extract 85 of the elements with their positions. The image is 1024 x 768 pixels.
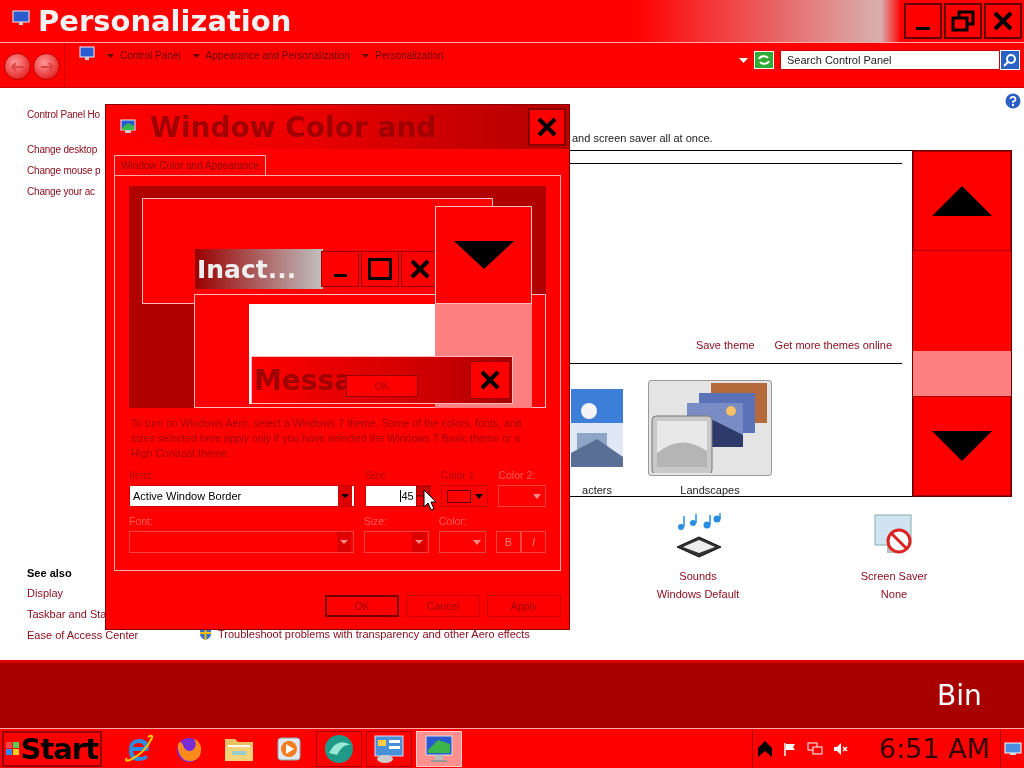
monitor-icon — [424, 733, 454, 764]
field-label: Color 1: — [440, 469, 479, 483]
start-button[interactable]: Start — [2, 730, 102, 767]
up-chevron-icon[interactable] — [757, 739, 773, 758]
color-swatch — [446, 489, 471, 503]
field-label: Color 2: — [498, 469, 537, 483]
theme-link[interactable]: Save theme — [695, 339, 755, 351]
forward-button[interactable] — [33, 53, 60, 80]
help-icon[interactable] — [1005, 93, 1021, 109]
field-label: Size: — [365, 469, 390, 483]
monitor-icon — [12, 10, 30, 26]
back-arrow-icon — [10, 61, 25, 72]
field-label: Item: — [129, 469, 154, 483]
flag-icon[interactable] — [783, 741, 797, 756]
caret-icon — [411, 532, 426, 552]
caret-icon — [474, 493, 483, 499]
forward-arrow-icon — [39, 61, 54, 72]
search-icon — [1003, 53, 1017, 67]
orb-icon — [323, 732, 355, 765]
troubleshoot-link[interactable]: Troubleshoot problems with transparency and other Aero effects — [218, 628, 530, 640]
field-label: Size: — [363, 515, 388, 529]
search-field[interactable]: Search Control Panel — [780, 50, 1000, 70]
restore-button[interactable] — [944, 3, 982, 39]
close-icon — [992, 10, 1014, 32]
search-button[interactable] — [1000, 50, 1020, 70]
field-label: Color: — [438, 515, 468, 529]
caret-icon[interactable] — [192, 54, 200, 58]
scrollbar[interactable] — [912, 150, 1012, 497]
muted-speaker-icon[interactable] — [833, 741, 849, 756]
window-title: Inact... — [196, 254, 297, 284]
restore-icon — [951, 10, 975, 32]
back-button[interactable] — [4, 53, 31, 80]
up-triangle-icon — [932, 186, 992, 216]
monitor-icon — [120, 119, 136, 135]
close-icon — [479, 369, 501, 391]
show-desktop-button[interactable] — [1000, 729, 1024, 768]
maximize-button[interactable] — [361, 251, 399, 287]
theme-name[interactable]: Landscapes — [680, 484, 740, 496]
dialog-title: Window Color and — [150, 110, 437, 144]
caret-icon — [473, 539, 481, 545]
play-icon — [276, 735, 302, 762]
refresh-icon[interactable] — [754, 51, 774, 69]
close-icon — [536, 116, 558, 138]
minimize-icon — [916, 26, 930, 30]
monitor-icon — [79, 46, 95, 62]
caret-icon — [336, 532, 351, 552]
caret-icon — [533, 493, 541, 499]
dropdown[interactable]: Active Window Border — [129, 485, 356, 507]
minimize-button[interactable] — [904, 3, 942, 39]
setting-name[interactable]: Screen Saver — [860, 567, 928, 585]
scroll-down-button[interactable] — [913, 396, 1011, 496]
theme-link[interactable]: Get more themes online — [774, 339, 892, 351]
network-icon[interactable] — [807, 741, 823, 756]
down-triangle-icon — [453, 241, 514, 269]
scroll-thumb[interactable] — [913, 351, 1011, 396]
caret-icon[interactable] — [739, 57, 748, 63]
close-icon — [410, 259, 430, 279]
color-picker[interactable] — [440, 485, 489, 507]
taskbar-app[interactable] — [366, 730, 412, 767]
caret-icon — [338, 486, 353, 506]
description-text: To turn on Windows Aero, select a Windows 7 theme. Some of the colors, fonts, and sizes selected here apply only if you have selected the Windows 7 Basic theme or a High Contrast theme. — [131, 416, 523, 461]
see-also-heading: See also — [27, 567, 73, 579]
taskbar-app[interactable] — [316, 730, 362, 767]
spin-field[interactable]: 45 — [365, 485, 431, 507]
desktop-icon-label[interactable]: Bin — [937, 679, 982, 712]
caret-icon[interactable] — [362, 54, 370, 58]
minimize-icon — [333, 273, 347, 277]
windows-flag-icon — [6, 741, 19, 756]
minimize-button[interactable] — [321, 251, 359, 287]
scroll-up-button[interactable] — [913, 151, 1011, 251]
down-triangle-icon — [932, 431, 992, 461]
window-title: Personalization — [38, 4, 292, 38]
caret-icon[interactable] — [107, 54, 114, 58]
theme-name[interactable]: acters — [582, 484, 612, 496]
setting-value[interactable]: None — [880, 585, 908, 603]
setting-value[interactable]: Windows Default — [656, 585, 740, 603]
mouse-cursor-icon — [423, 489, 437, 511]
control-panel-icon — [373, 733, 405, 764]
maximize-icon — [368, 258, 392, 280]
browser-e-icon — [124, 733, 154, 764]
setting-name[interactable]: Sounds — [679, 567, 717, 585]
clock[interactable]: 6:51 AM — [879, 733, 990, 764]
intro-text: and screen saver all at once. — [572, 132, 714, 144]
monitor-icon — [1003, 741, 1022, 756]
field-label: Font: — [129, 515, 154, 529]
